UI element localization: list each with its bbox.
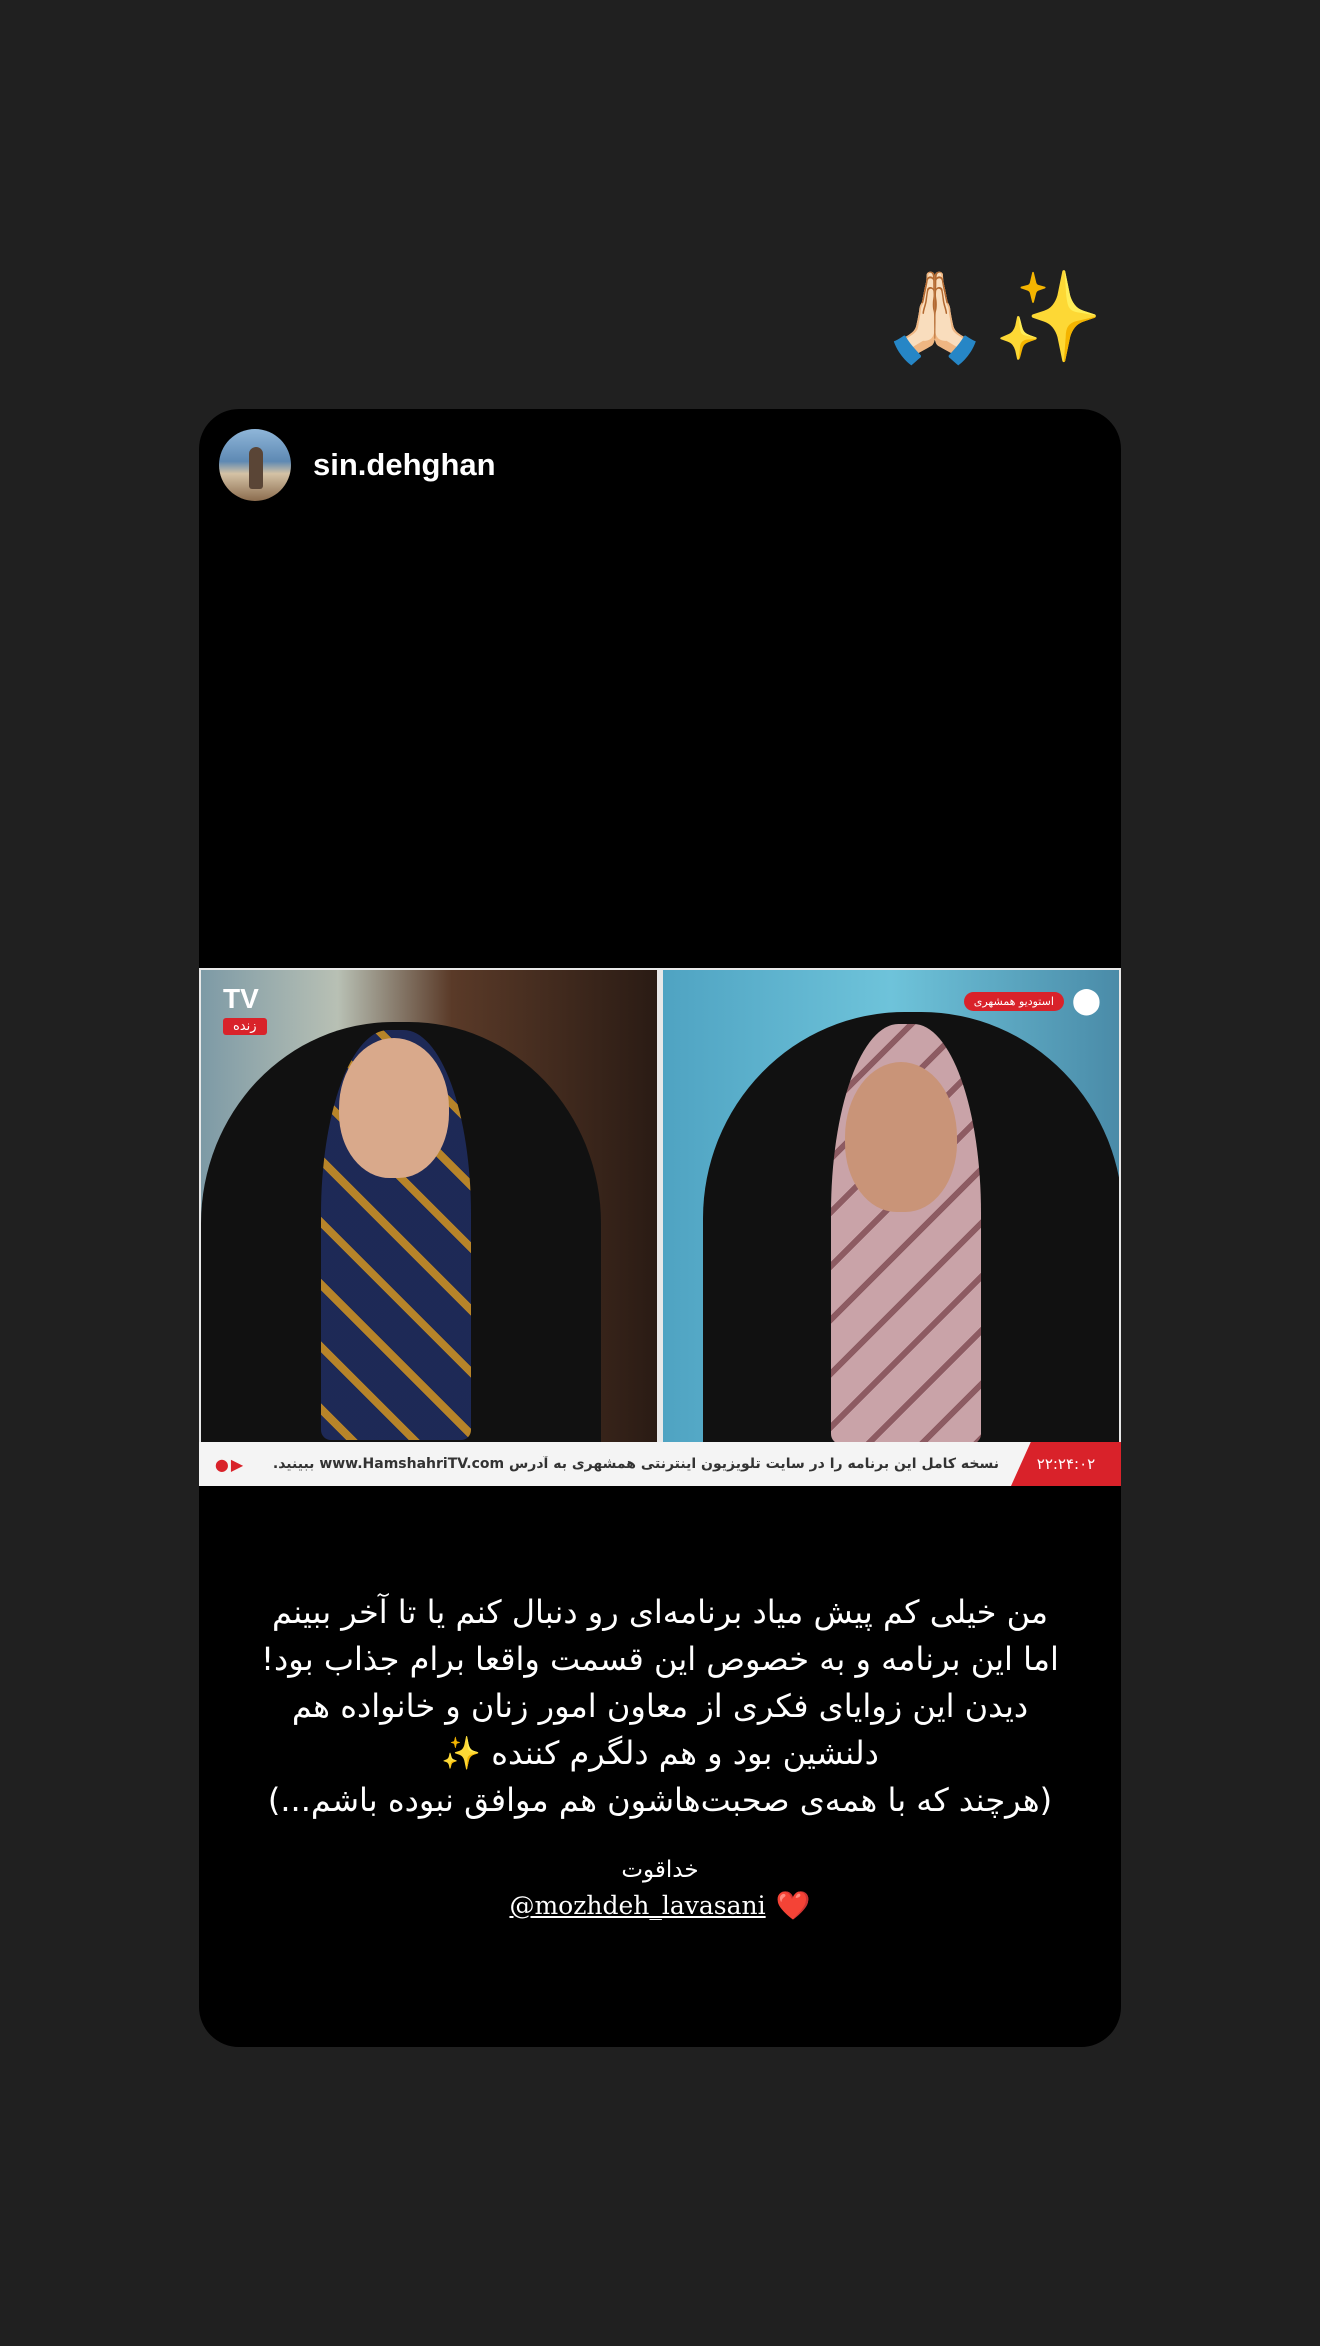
caption-line: دلنشین بود و هم دلگرم کننده <box>491 1734 879 1772</box>
location-label: استودیو همشهری <box>963 991 1064 1011</box>
guest-face <box>339 1038 449 1178</box>
sparkles-icon: ✨ <box>993 265 1104 368</box>
video-frame[interactable]: TV زنده استودیو همشهری ⬤ ● ▶ نسخه کامل ای… <box>199 968 1121 1486</box>
location-pin-icon: ⬤ <box>1071 986 1101 1016</box>
caption-line: اما این برنامه و به خصوص این قسمت واقعا … <box>261 1640 1059 1678</box>
post-header[interactable]: sin.dehghan <box>219 429 496 501</box>
signoff: خداقوت @mozhdeh_lavasani ❤️ <box>199 1853 1121 1925</box>
ticker-time: ۲۲:۲۴:۰۲ <box>1011 1442 1121 1486</box>
praying-hands-icon: 🙏🏻 <box>880 265 990 368</box>
avatar[interactable] <box>219 429 291 501</box>
caption-line-with-sparkle: دلنشین بود و هم دلگرم کننده ✨ <box>239 1730 1081 1777</box>
location-tag: استودیو همشهری ⬤ <box>963 986 1101 1016</box>
record-icon: ● ▶ <box>214 1454 244 1474</box>
news-ticker: ● ▶ نسخه کامل این برنامه را در سایت تلویز… <box>199 1442 1121 1486</box>
username[interactable]: sin.dehghan <box>313 447 496 483</box>
caption-line: (هرچند که با همه‌ی صحبت‌هاشون هم موافق ن… <box>267 1781 1053 1819</box>
mention-link[interactable]: @mozhdeh_lavasani <box>509 1887 765 1925</box>
video-panel-right: استودیو همشهری ⬤ <box>663 970 1119 1442</box>
channel-logo: TV زنده <box>223 984 293 1046</box>
ticker-message: نسخه کامل این برنامه را در سایت تلویزیون… <box>272 1456 999 1472</box>
live-badge: زنده <box>223 1018 267 1035</box>
thanks-text: خداقوت <box>621 1857 699 1883</box>
channel-logo-text: TV <box>223 983 259 1014</box>
caption-line: من خیلی کم پیش میاد برنامه‌ای رو دنبال ک… <box>271 1593 1049 1631</box>
sparkles-icon: ✨ <box>441 1734 482 1772</box>
heart-icon: ❤️ <box>775 1889 811 1922</box>
speaker-face <box>845 1062 957 1212</box>
story-caption: من خیلی کم پیش میاد برنامه‌ای رو دنبال ک… <box>239 1589 1081 1824</box>
mention-row: @mozhdeh_lavasani ❤️ <box>199 1887 1121 1925</box>
story-emoji-sticker[interactable]: 🙏🏻 ✨ <box>880 262 1103 372</box>
caption-line: دیدن این زوایای فکری از معاون امور زنان … <box>291 1687 1029 1725</box>
shared-post-card[interactable]: sin.dehghan TV زنده استودیو همشهری ⬤ ● ▶ … <box>199 409 1121 2047</box>
video-panel-left: TV زنده <box>201 970 657 1442</box>
